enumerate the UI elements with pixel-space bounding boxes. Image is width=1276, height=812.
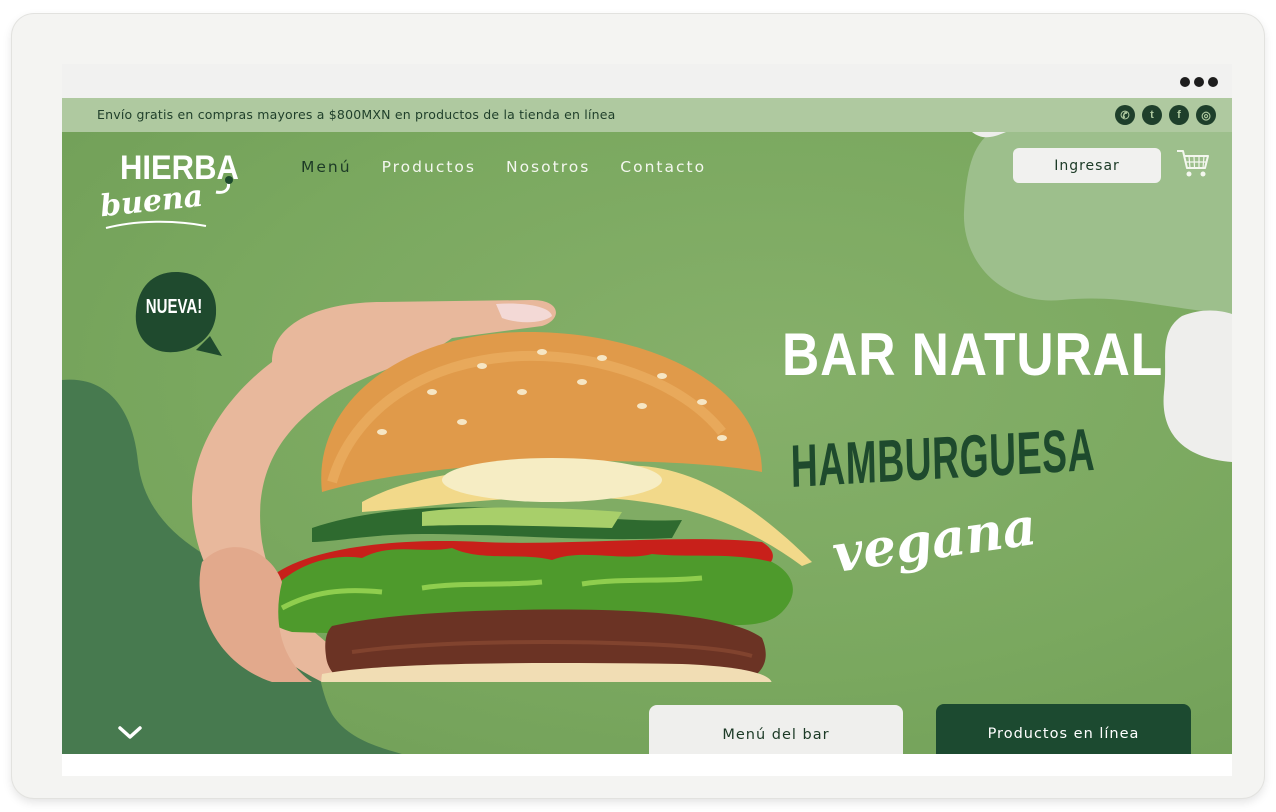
device-frame: Envío gratis en compras mayores a $800MX… xyxy=(12,14,1264,798)
cart-icon[interactable] xyxy=(1176,148,1210,178)
chevron-down-icon[interactable] xyxy=(116,724,144,742)
nav-item-menu[interactable]: Menú xyxy=(297,158,356,179)
hero-section: HIERBA buena Menú Productos Nosotros Con… xyxy=(62,132,1232,754)
browser-screen: Envío gratis en compras mayores a $800MX… xyxy=(62,64,1232,776)
announcement-text: Envío gratis en compras mayores a $800MX… xyxy=(97,107,616,122)
main-nav: Menú Productos Nosotros Contacto xyxy=(297,158,710,179)
social-links: ✆ t f ◎ xyxy=(1115,105,1216,125)
instagram-icon[interactable]: ◎ xyxy=(1196,105,1216,125)
more-options-icon[interactable] xyxy=(1180,77,1218,87)
menu-bar-button[interactable]: Menú del bar xyxy=(649,705,903,754)
hero-title: BAR NATURAL xyxy=(782,321,1164,388)
nav-item-nosotros[interactable]: Nosotros xyxy=(502,158,594,176)
whatsapp-icon[interactable]: ✆ xyxy=(1115,105,1135,125)
login-button[interactable]: Ingresar xyxy=(1013,148,1161,183)
twitter-icon[interactable]: t xyxy=(1142,105,1162,125)
page-bottom-strip xyxy=(62,754,1232,776)
nav-item-contacto[interactable]: Contacto xyxy=(616,158,710,176)
facebook-icon[interactable]: f xyxy=(1169,105,1189,125)
burger-image xyxy=(192,300,812,682)
logo-leaf-icon xyxy=(105,176,233,229)
brand-logo[interactable]: HIERBA buena xyxy=(96,148,239,230)
browser-toolbar xyxy=(62,64,1232,98)
nav-item-productos[interactable]: Productos xyxy=(378,158,480,176)
announcement-bar: Envío gratis en compras mayores a $800MX… xyxy=(62,98,1232,132)
online-products-button[interactable]: Productos en línea xyxy=(936,704,1191,754)
new-badge: NUEVA! xyxy=(145,296,203,318)
